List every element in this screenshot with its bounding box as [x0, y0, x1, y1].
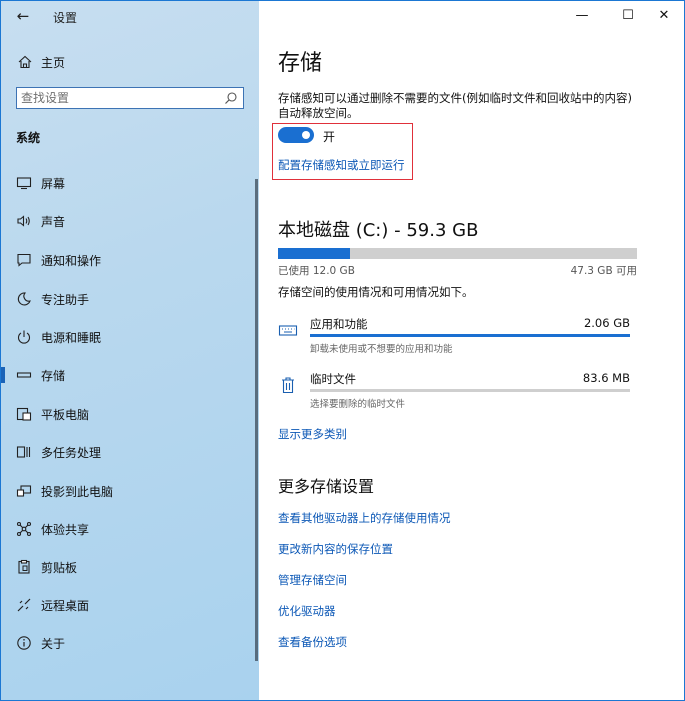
sidebar-item-home[interactable]: 主页 [1, 49, 259, 75]
disk-usage-fill [278, 248, 350, 259]
view-backup-options-link[interactable]: 查看备份选项 [278, 634, 347, 650]
more-storage-settings-title: 更多存储设置 [278, 477, 375, 496]
notification-icon [17, 253, 31, 267]
search-input[interactable] [21, 90, 221, 106]
sidebar-item-about[interactable]: 关于 [1, 629, 251, 657]
disk-usage-bar [278, 248, 637, 259]
sidebar-item-shared-experiences[interactable]: 体验共享 [1, 515, 251, 543]
category-size: 2.06 GB [583, 316, 630, 330]
speaker-icon [17, 215, 30, 227]
active-indicator [1, 367, 5, 383]
sidebar-item-sound[interactable]: 声音 [1, 207, 251, 235]
sidebar-item-label: 电源和睡眠 [41, 331, 102, 345]
main-content: — ☐ ✕ 存储 存储感知可以通过删除不需要的文件(例如临时文件和回收站中的内容… [259, 1, 684, 700]
display-icon [16, 177, 32, 190]
sidebar-item-label: 通知和操作 [41, 254, 102, 268]
sidebar-item-remote-desktop[interactable]: 远程桌面 [1, 591, 251, 619]
storage-sense-description: 存储感知可以通过删除不需要的文件(例如临时文件和回收站中的内容)自动释放空间。 [278, 91, 632, 120]
sidebar-item-label: 屏幕 [41, 177, 66, 191]
disk-used-label: 已使用 12.0 GB [278, 265, 355, 277]
category-subtitle: 选择要删除的临时文件 [310, 399, 406, 410]
section-title: 系统 [16, 131, 41, 145]
view-other-drives-link[interactable]: 查看其他驱动器上的存储使用情况 [278, 510, 451, 526]
trash-icon [282, 377, 294, 394]
project-icon [16, 485, 32, 497]
keyboard-icon [278, 325, 298, 336]
manage-storage-spaces-link[interactable]: 管理存储空间 [278, 572, 347, 588]
show-more-categories-link[interactable]: 显示更多类别 [278, 426, 347, 442]
sidebar-item-clipboard[interactable]: 剪贴板 [1, 553, 251, 581]
clipboard-icon [18, 559, 30, 574]
maximize-button[interactable]: ☐ [613, 5, 643, 27]
page-title: 存储 [278, 51, 323, 76]
change-save-location-link[interactable]: 更改新内容的保存位置 [278, 541, 393, 557]
sidebar-item-label: 关于 [41, 637, 66, 651]
category-subtitle: 卸载未使用或不想要的应用和功能 [310, 344, 453, 355]
category-usage-bar [310, 389, 630, 392]
close-button[interactable]: ✕ [649, 5, 679, 27]
tablet-icon [16, 407, 32, 421]
disk-available-label: 47.3 GB 可用 [570, 265, 637, 277]
usage-description: 存储空间的使用情况和可用情况如下。 [278, 285, 474, 299]
configure-storage-sense-link[interactable]: 配置存储感知或立即运行 [278, 157, 405, 173]
category-apps-features[interactable]: 应用和功能 2.06 GB 卸载未使用或不想要的应用和功能 [278, 316, 630, 362]
sidebar-item-project[interactable]: 投影到此电脑 [1, 477, 251, 505]
sidebar-item-label: 剪贴板 [41, 561, 78, 575]
category-name: 应用和功能 [310, 317, 368, 331]
share-icon [16, 521, 32, 537]
power-icon [17, 330, 31, 344]
sidebar-item-display[interactable]: 屏幕 [1, 169, 251, 197]
storage-sense-toggle[interactable] [278, 127, 314, 143]
search-icon[interactable] [224, 91, 238, 105]
sidebar-item-label: 存储 [41, 369, 66, 383]
sidebar-item-notifications[interactable]: 通知和操作 [1, 246, 251, 274]
sidebar-item-label: 声音 [41, 215, 66, 229]
category-usage-fill [310, 334, 630, 337]
sidebar-item-power[interactable]: 电源和睡眠 [1, 323, 251, 351]
sidebar-item-label: 平板电脑 [41, 408, 90, 422]
category-name: 临时文件 [310, 372, 356, 386]
sidebar-scrollbar[interactable] [255, 179, 258, 661]
sidebar-item-focus-assist[interactable]: 专注助手 [1, 285, 251, 313]
storage-icon [16, 372, 32, 378]
settings-window: ← 设置 主页 系统 屏幕 [0, 0, 685, 701]
category-size: 83.6 MB [582, 371, 630, 385]
sidebar-item-label: 体验共享 [41, 523, 90, 537]
sidebar-item-multitasking[interactable]: 多任务处理 [1, 438, 251, 466]
sidebar-item-tablet[interactable]: 平板电脑 [1, 400, 251, 428]
sidebar: ← 设置 主页 系统 屏幕 [1, 1, 259, 700]
optimize-drives-link[interactable]: 优化驱动器 [278, 603, 336, 619]
search-box[interactable] [16, 87, 244, 109]
sidebar-item-label: 主页 [41, 56, 66, 70]
remote-desktop-icon [17, 598, 31, 612]
title-bar: ← 设置 [1, 1, 259, 31]
category-temp-files[interactable]: 临时文件 83.6 MB 选择要删除的临时文件 [278, 371, 630, 417]
sidebar-item-label: 多任务处理 [41, 446, 102, 460]
sidebar-item-label: 远程桌面 [41, 599, 90, 613]
moon-icon [17, 292, 31, 306]
disk-title: 本地磁盘 (C:) - 59.3 GB [278, 220, 479, 241]
info-icon [17, 636, 31, 650]
home-icon [18, 55, 32, 69]
multitask-icon [16, 446, 31, 458]
toggle-state-label: 开 [323, 130, 336, 144]
sidebar-item-storage[interactable]: 存储 [1, 361, 251, 389]
minimize-button[interactable]: — [567, 5, 597, 27]
sidebar-item-label: 投影到此电脑 [41, 485, 114, 499]
back-button[interactable]: ← [12, 5, 34, 27]
toggle-knob [302, 131, 310, 139]
category-usage-bar [310, 334, 630, 337]
sidebar-item-label: 专注助手 [41, 293, 90, 307]
app-title: 设置 [53, 11, 78, 25]
